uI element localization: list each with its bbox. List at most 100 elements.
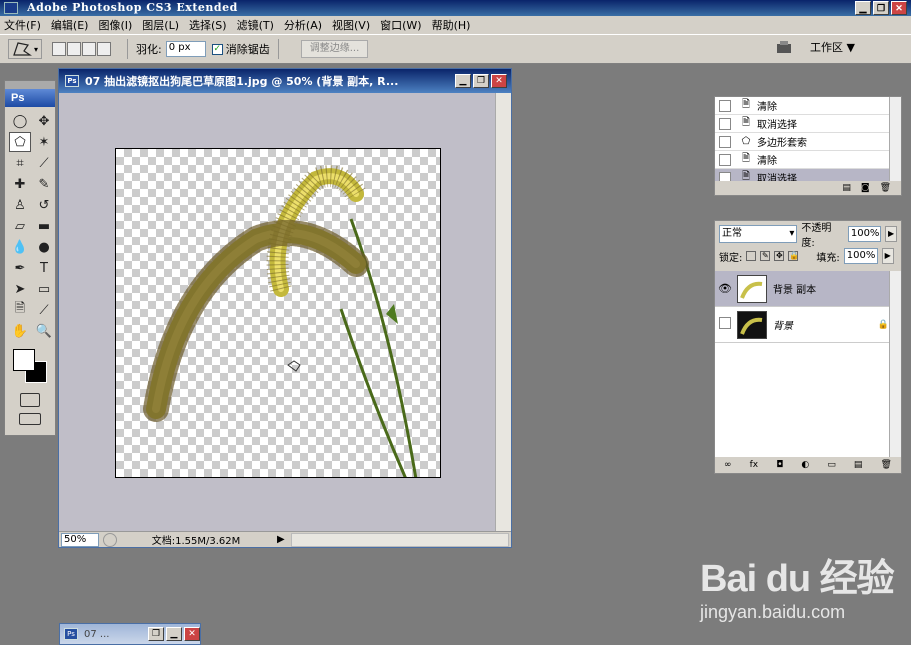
gradient-icon[interactable]: ▬ [33, 216, 55, 236]
menu-help[interactable]: 帮助(H) [432, 17, 471, 33]
feather-input[interactable]: 0 px [165, 41, 206, 57]
dodge-icon[interactable]: ● [33, 237, 55, 257]
menu-filter[interactable]: 滤镜(T) [237, 17, 274, 33]
zoom-field[interactable]: 50% [61, 532, 99, 547]
move-icon[interactable]: ✥ [33, 111, 55, 131]
history-checkbox[interactable] [719, 153, 731, 166]
canvas-area[interactable] [59, 93, 495, 533]
new-selection-button[interactable] [52, 42, 66, 56]
menu-view[interactable]: 视图(V) [332, 17, 370, 33]
history-brush-icon[interactable]: ↺ [33, 195, 55, 215]
crop-icon[interactable]: ⌗ [9, 153, 31, 173]
quick-mask-button[interactable] [20, 393, 40, 407]
history-checkbox[interactable] [719, 117, 731, 130]
blend-mode-select[interactable]: 正常 [719, 225, 798, 243]
history-item[interactable]: 🗎 取消选择 [715, 115, 901, 133]
adjustment-layer-icon[interactable]: ◐ [801, 460, 809, 470]
doc-maximize-button[interactable]: ❐ [473, 74, 489, 88]
layer-row-selected[interactable]: 👁 背景 副本 [715, 271, 901, 307]
layer-name[interactable]: 背景 副本 [773, 281, 816, 296]
notes-icon[interactable]: 🗎 [9, 300, 31, 320]
image-canvas[interactable] [115, 148, 441, 478]
fx-icon[interactable]: fx [750, 460, 759, 470]
chevron-down-icon: ▾ [33, 44, 38, 54]
menu-select[interactable]: 选择(S) [189, 17, 227, 33]
lock-transparency-icon[interactable] [746, 251, 757, 261]
doc-minimize-button[interactable]: ▁ [455, 74, 471, 88]
lock-pixels-icon[interactable]: ✎ [760, 251, 771, 261]
new-document-icon[interactable]: ▤ [842, 183, 851, 193]
foreground-color-swatch[interactable] [13, 349, 35, 371]
elliptical-marquee-icon[interactable]: ◯ [9, 111, 31, 131]
healing-brush-icon[interactable]: ✚ [9, 174, 31, 194]
history-checkbox[interactable] [719, 99, 731, 112]
color-sampler-icon[interactable]: ⟋ [33, 300, 55, 320]
tool-preset-picker[interactable]: ▾ [8, 39, 42, 59]
status-info-icon[interactable] [103, 532, 117, 547]
fill-input[interactable]: 100% [843, 248, 878, 264]
snapshot-icon[interactable]: ◙ [861, 183, 870, 193]
layer-name[interactable]: 背景 [773, 317, 793, 332]
history-checkbox[interactable] [719, 135, 731, 148]
blur-icon[interactable]: 💧 [9, 237, 31, 257]
hand-icon[interactable]: ✋ [9, 321, 31, 341]
photoshop-logo[interactable]: Ps [5, 89, 55, 107]
subtract-selection-button[interactable] [82, 42, 96, 56]
opacity-arrow-icon[interactable]: ▶ [885, 226, 897, 242]
layer-row[interactable]: 背景 🔒 [715, 307, 901, 343]
link-layers-icon[interactable]: ∞ [724, 460, 732, 470]
close-button[interactable]: ✕ [184, 627, 200, 641]
restore-button[interactable]: ❐ [148, 627, 164, 641]
doc-close-button[interactable]: ✕ [491, 74, 507, 88]
eyedropper-icon[interactable]: ⟋ [33, 153, 55, 173]
minimize-button[interactable]: ▁ [855, 1, 871, 15]
visibility-checkbox[interactable] [715, 317, 735, 332]
history-item[interactable]: 🗎 清除 [715, 97, 901, 115]
menu-file[interactable]: 文件(F) [4, 17, 41, 33]
lock-position-icon[interactable]: ✥ [774, 251, 785, 261]
restore-button[interactable]: ❐ [873, 1, 889, 15]
group-icon[interactable]: ▭ [827, 460, 836, 470]
menu-window[interactable]: 窗口(W) [380, 17, 421, 33]
magic-wand-icon[interactable]: ✶ [33, 132, 55, 152]
close-button[interactable]: ✕ [891, 1, 907, 15]
trash-icon[interactable]: 🗑 [880, 183, 891, 193]
menu-image[interactable]: 图像(I) [98, 17, 132, 33]
minimized-document-window[interactable]: Ps 07 ... ❐ ▁ ✕ [59, 623, 201, 645]
workspace-button[interactable]: 工作区 ▼ [810, 39, 855, 55]
screen-mode-button[interactable] [19, 413, 41, 425]
menu-layer[interactable]: 图层(L) [142, 17, 179, 33]
eraser-icon[interactable]: ▱ [9, 216, 31, 236]
add-selection-button[interactable] [67, 42, 81, 56]
brush-icon[interactable]: ✎ [33, 174, 55, 194]
lock-all-icon[interactable]: 🔒 [788, 251, 799, 261]
type-icon[interactable]: T [33, 258, 55, 278]
antialias-checkbox[interactable]: ✓ [211, 43, 223, 55]
menu-edit[interactable]: 编辑(E) [51, 17, 89, 33]
history-item[interactable]: 🗎 清除 [715, 151, 901, 169]
vertical-scrollbar[interactable] [495, 93, 511, 533]
intersect-selection-button[interactable] [97, 42, 111, 56]
clone-stamp-icon[interactable]: ♙ [9, 195, 31, 215]
eye-icon[interactable]: 👁 [715, 282, 735, 295]
toolbox-grip[interactable] [5, 81, 55, 89]
status-menu-arrow-icon[interactable]: ▶ [277, 534, 285, 545]
layers-scrollbar[interactable] [889, 271, 901, 457]
rectangle-shape-icon[interactable]: ▭ [33, 279, 55, 299]
opacity-input[interactable]: 100% [847, 226, 882, 242]
menu-analysis[interactable]: 分析(A) [284, 17, 322, 33]
zoom-icon[interactable]: 🔍 [33, 321, 55, 341]
new-layer-icon[interactable]: ▤ [854, 460, 863, 470]
history-item[interactable]: ⬠ 多边形套索 [715, 133, 901, 151]
refine-edge-button[interactable]: 调整边缘... [300, 40, 369, 58]
layer-mask-icon[interactable]: ◘ [776, 460, 783, 470]
fill-arrow-icon[interactable]: ▶ [881, 248, 894, 264]
trash-icon[interactable]: 🗑 [881, 460, 892, 470]
document-titlebar[interactable]: Ps 07 抽出滤镜抠出狗尾巴草原图1.jpg @ 50% (背景 副本, R.… [59, 69, 511, 93]
path-select-icon[interactable]: ➤ [9, 279, 31, 299]
polygonal-lasso-icon[interactable]: ⬠ [9, 132, 31, 152]
maximize-button[interactable]: ▁ [166, 627, 182, 641]
pen-icon[interactable]: ✒ [9, 258, 31, 278]
horizontal-scrollbar[interactable] [290, 532, 509, 547]
history-scrollbar[interactable] [889, 97, 901, 181]
